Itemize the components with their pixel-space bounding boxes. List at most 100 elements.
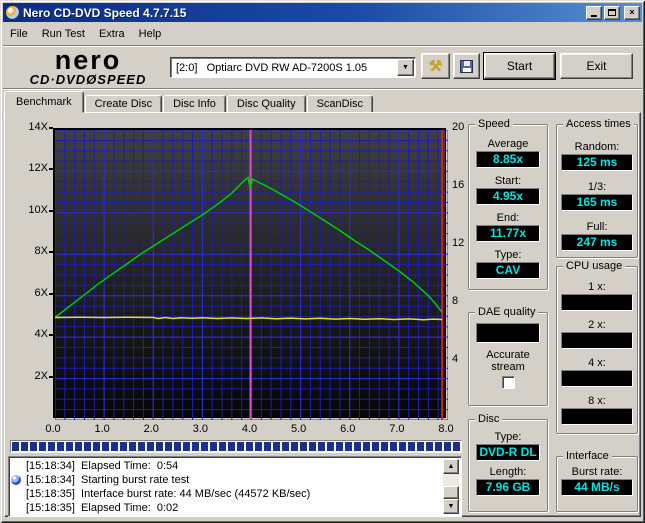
close-button[interactable]: ×	[624, 5, 640, 20]
log-text: Elapsed Time: 0:02	[74, 502, 179, 514]
field-label: 2 x:	[588, 319, 606, 331]
app-window: Nero CD-DVD Speed 4.7.7.15 × File Run Tes…	[0, 0, 645, 523]
maximize-button[interactable]	[604, 5, 620, 20]
tab-scandisc[interactable]: ScanDisc	[306, 95, 374, 113]
y-axis-left-tick: 12X	[28, 162, 48, 175]
y-axis-left-tick: 2X	[34, 369, 48, 382]
value-display: 7.96 GB	[476, 479, 540, 496]
log-scrollbar[interactable]: ▲ ▼	[443, 459, 459, 514]
title-bar[interactable]: Nero CD-DVD Speed 4.7.7.15 ×	[3, 3, 642, 22]
dae-quality-group: DAE quality Accurate stream	[468, 306, 548, 406]
cpu-usage-group: CPU usage 1 x: 2 x: 4 x: 8 x:	[556, 260, 638, 434]
minimize-icon	[591, 15, 597, 17]
floppy-save-icon	[460, 59, 473, 73]
speed-group: Speed Average 8.85x Start: 4.95x End: 11.77x T…	[468, 118, 548, 290]
app-icon	[5, 5, 20, 20]
field-label: 1 x:	[588, 281, 606, 293]
value-display: 44 MB/s	[561, 479, 633, 496]
progress-bar	[10, 440, 462, 453]
x-axis-tick: 4.0	[241, 423, 258, 435]
log-timestamp: [15:18:34]	[26, 460, 75, 472]
disc-group-title: Disc	[475, 413, 503, 425]
field-label: 1/3:	[587, 181, 607, 193]
tab-strip: Benchmark Create Disc Disc Info Disc Qualit…	[4, 91, 374, 113]
menu-help[interactable]: Help	[132, 26, 169, 42]
speed-group-title: Speed	[475, 118, 513, 130]
log-timestamp: [15:18:35]	[26, 488, 75, 500]
progress-bar-fill	[12, 442, 460, 451]
tab-benchmark[interactable]: Benchmark	[4, 91, 84, 113]
nero-logo-word: nero	[54, 45, 122, 75]
start-button[interactable]: Start	[483, 52, 556, 80]
close-icon: ×	[629, 7, 635, 17]
exit-button-label: Exit	[586, 59, 607, 73]
tab-disc-quality[interactable]: Disc Quality	[226, 95, 306, 113]
exit-button[interactable]: Exit	[560, 53, 633, 79]
log-text: Elapsed Time: 0:54	[74, 460, 179, 472]
accurate-stream-label-line1: Accurate	[486, 349, 530, 361]
menu-bar: File Run Test Extra Help	[3, 24, 642, 44]
log-info-icon	[11, 475, 21, 485]
tick-mark	[49, 292, 53, 295]
value-display: 4.95x	[476, 188, 540, 205]
x-axis-tick: 8.0	[438, 423, 454, 435]
x-axis-tick: 7.0	[389, 423, 405, 435]
nero-logo: nero CD·DVDØSPEED	[8, 45, 168, 88]
field-label: Type:	[494, 431, 522, 443]
cpu-usage-group-title: CPU usage	[563, 260, 626, 272]
x-axis-tick: 5.0	[290, 423, 307, 435]
log-listbox[interactable]: [15:18:34] Elapsed Time: 0:54 [15:18:34] …	[8, 456, 462, 517]
log-timestamp: [15:18:35]	[26, 502, 75, 514]
y-axis-right-tick: 8	[452, 295, 459, 307]
accurate-stream-checkbox[interactable]	[501, 376, 515, 389]
tab-create-disc[interactable]: Create Disc	[84, 95, 163, 113]
field-label: Type:	[494, 249, 522, 261]
field-label: Full:	[586, 221, 608, 233]
field-label: Burst rate:	[571, 466, 623, 478]
rotation-speed-line	[55, 316, 443, 321]
scroll-down-button[interactable]: ▼	[443, 499, 459, 514]
field-label: Average	[487, 138, 529, 150]
value-display: DVD-R DL	[476, 444, 540, 461]
chart-plot-area	[53, 128, 448, 420]
menu-run-test[interactable]: Run Test	[35, 26, 92, 42]
scrollbar-thumb[interactable]	[443, 486, 459, 499]
y-axis-left-tick: 4X	[34, 328, 48, 341]
access-times-group-title: Access times	[563, 118, 634, 130]
chevron-down-icon[interactable]: ▼	[397, 59, 414, 76]
log-row: [15:18:35] Interface burst rate: 44 MB/s…	[11, 487, 443, 501]
value-display: 125 ms	[561, 154, 633, 171]
value-display: CAV	[476, 262, 540, 279]
y-axis-left-tick: 8X	[34, 245, 48, 258]
field-label: 8 x:	[588, 395, 606, 407]
drive-selector[interactable]: [2:0] Optiarc DVD RW AD-7200S 1.05 ▼	[170, 57, 416, 78]
y-axis-left-tick: 14X	[28, 121, 48, 133]
arrow-up-icon: ▲	[447, 463, 455, 470]
menu-file[interactable]: File	[3, 26, 35, 42]
interface-group: Interface Burst rate: 44 MB/s	[556, 450, 638, 512]
log-row: [15:18:34] Elapsed Time: 0:54	[11, 459, 443, 473]
benchmark-chart: 14X 12X 10X 8X 6X 4X 2X 20 16 12 8 4 0.0 1.0 2.0 3.0 4.0…	[0, 112, 475, 442]
tick-mark	[49, 127, 53, 129]
value-display	[561, 408, 633, 425]
tab-disc-info[interactable]: Disc Info	[163, 95, 226, 113]
menu-extra[interactable]: Extra	[92, 26, 132, 42]
dae-quality-group-title: DAE quality	[475, 306, 539, 318]
tick-mark	[49, 375, 53, 378]
maximize-icon	[608, 9, 616, 16]
nero-logo-subtitle: CD·DVDØSPEED	[29, 72, 147, 87]
field-label: End:	[496, 212, 520, 224]
x-axis-tick: 1.0	[94, 423, 110, 435]
x-axis-tick: 3.0	[192, 423, 209, 435]
eject-tools-button[interactable]: ⚒	[421, 53, 450, 79]
minimize-button[interactable]	[586, 5, 602, 20]
start-button-label: Start	[506, 59, 533, 73]
separator	[3, 88, 642, 90]
value-display: 11.77x	[476, 225, 540, 242]
dae-quality-display	[476, 323, 540, 343]
save-button[interactable]	[453, 53, 480, 79]
log-rows: [15:18:34] Elapsed Time: 0:54 [15:18:34] …	[11, 459, 443, 514]
log-row: [15:18:34] Starting burst rate test	[11, 473, 443, 487]
value-display	[561, 370, 633, 387]
scroll-up-button[interactable]: ▲	[443, 459, 459, 474]
